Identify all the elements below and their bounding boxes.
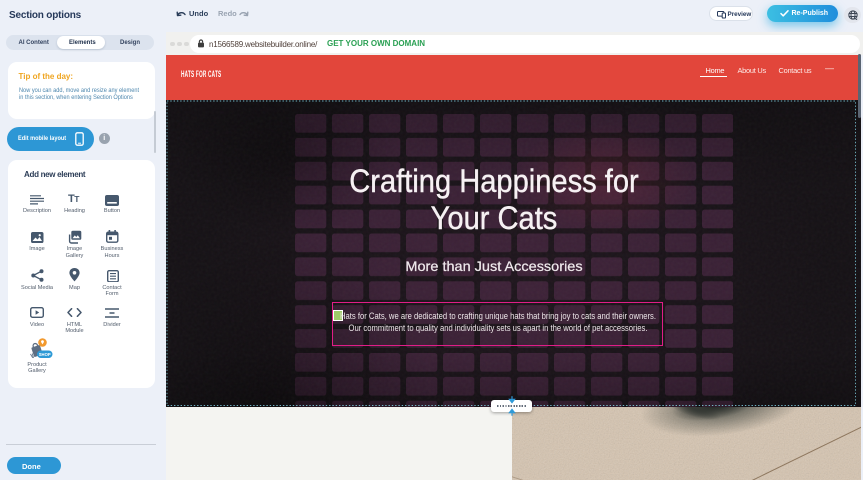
svg-text:SHOP: SHOP	[39, 352, 51, 357]
